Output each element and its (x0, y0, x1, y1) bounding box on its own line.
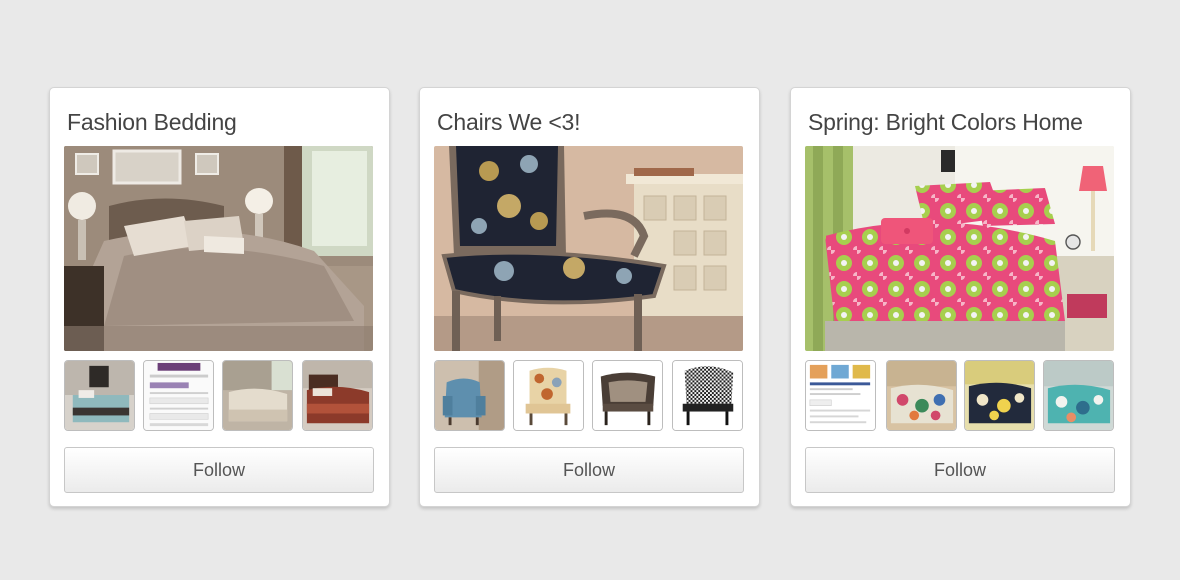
board-thumbnail[interactable] (434, 360, 505, 431)
follow-button[interactable]: Follow (805, 447, 1115, 493)
board-thumbnail[interactable] (302, 360, 373, 431)
board-thumbnail[interactable] (64, 360, 135, 431)
board-card-chairs[interactable]: Chairs We <3! Follow (419, 87, 760, 507)
board-cover-image[interactable] (805, 146, 1114, 351)
board-thumbnail[interactable] (964, 360, 1035, 431)
board-thumbnail[interactable] (143, 360, 214, 431)
board-thumbnails (434, 360, 743, 431)
board-card-fashion-bedding[interactable]: Fashion Bedding Follow (49, 87, 390, 507)
board-title[interactable]: Chairs We <3! (437, 109, 581, 136)
board-thumbnail[interactable] (1043, 360, 1114, 431)
follow-button[interactable]: Follow (434, 447, 744, 493)
board-cover-image[interactable] (434, 146, 743, 351)
board-thumbnails (64, 360, 373, 431)
board-thumbnail[interactable] (805, 360, 876, 431)
board-thumbnail[interactable] (886, 360, 957, 431)
board-thumbnails (805, 360, 1114, 431)
board-cover-image[interactable] (64, 146, 373, 351)
board-title[interactable]: Fashion Bedding (67, 109, 237, 136)
board-thumbnail[interactable] (222, 360, 293, 431)
board-thumbnail[interactable] (513, 360, 584, 431)
board-title[interactable]: Spring: Bright Colors Home (808, 109, 1083, 136)
board-thumbnail[interactable] (672, 360, 743, 431)
board-card-spring-bright-colors-home[interactable]: Spring: Bright Colors Home Follow (790, 87, 1131, 507)
board-thumbnail[interactable] (592, 360, 663, 431)
follow-button[interactable]: Follow (64, 447, 374, 493)
